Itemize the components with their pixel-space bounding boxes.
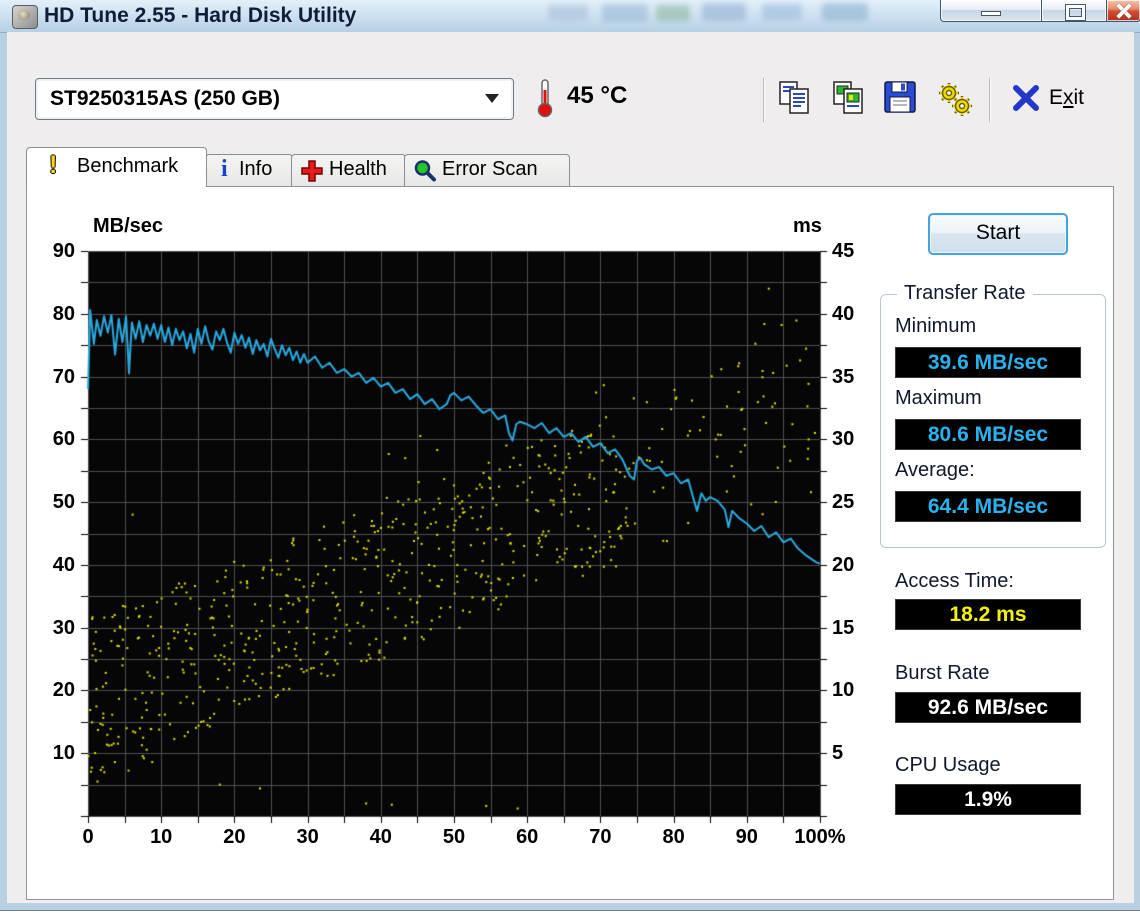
copy-text-button[interactable] — [777, 80, 817, 118]
copy-text-icon — [779, 81, 809, 114]
axis-tick-label: 10 — [832, 679, 855, 702]
axis-tick-label: 20 — [223, 826, 246, 848]
copy-image-button[interactable] — [831, 80, 871, 118]
exit-button[interactable] — [1011, 84, 1045, 114]
maximum-value: 80.6 MB/sec — [895, 419, 1081, 450]
axis-tick-label: 40 — [52, 553, 75, 576]
maximum-label: Maximum — [895, 387, 982, 409]
glass-artifact — [762, 4, 802, 20]
access-time-label: Access Time: — [895, 570, 1014, 592]
benchmark-page: MB/sec ms 90 80 70 60 50 40 30 20 10 45 40 35 30 25 2… — [26, 186, 1114, 900]
axis-tick-label: 80 — [662, 826, 685, 848]
app-icon — [12, 5, 38, 29]
axis-tick-label: 10 — [52, 742, 75, 765]
client-area: ST9250315AS (250 GB) 45 °C Exit ! Benchm… — [7, 32, 1134, 903]
right-axis-title: ms — [793, 215, 822, 237]
maximize-icon — [1066, 5, 1085, 20]
save-icon — [884, 81, 916, 113]
close-button[interactable] — [1106, 0, 1140, 22]
magnifier-icon — [413, 159, 437, 188]
axis-tick-label: 20 — [52, 679, 75, 702]
left-axis-title: MB/sec — [93, 215, 164, 237]
axis-tick-label: 5 — [832, 742, 844, 765]
axis-tick-label: 25 — [832, 491, 855, 514]
axis-tick-label: 90 — [735, 826, 758, 848]
maximize-button[interactable] — [1041, 0, 1107, 22]
glass-artifact — [702, 3, 746, 21]
axis-tick-label: 40 — [832, 302, 855, 325]
exit-x-icon — [1013, 85, 1039, 111]
axis-tick-label: 80 — [52, 302, 75, 325]
average-value: 64.4 MB/sec — [895, 491, 1081, 522]
minimum-label: Minimum — [895, 315, 977, 337]
tab-error-scan[interactable]: Error Scan — [404, 154, 570, 187]
axis-tick-label: 60 — [516, 826, 539, 848]
toolbar-separator — [989, 78, 991, 122]
axis-tick-label: 30 — [296, 826, 319, 848]
axis-tick-label: 70 — [52, 365, 75, 388]
drive-selector-value: ST9250315AS (250 GB) — [50, 87, 280, 110]
axis-tick-label: 20 — [832, 553, 855, 576]
toolbar-separator — [763, 78, 765, 122]
chevron-down-icon — [485, 94, 499, 103]
glass-artifact — [548, 5, 588, 21]
minimize-icon — [982, 12, 1000, 15]
glass-artifact — [602, 4, 648, 22]
drive-selector-dropdown[interactable]: ST9250315AS (250 GB) — [35, 78, 514, 120]
save-button[interactable] — [882, 80, 922, 118]
info-icon: i — [221, 156, 228, 182]
axis-tick-label: 35 — [832, 365, 855, 388]
burst-rate-value: 92.6 MB/sec — [895, 692, 1081, 723]
axis-tick-label: 100% — [794, 826, 846, 848]
cpu-usage-value: 1.9% — [895, 784, 1081, 815]
axis-tick-label: 70 — [589, 826, 612, 848]
tab-error-scan-label: Error Scan — [442, 158, 538, 180]
glass-artifact — [656, 5, 690, 21]
tab-benchmark-label: Benchmark — [77, 155, 179, 177]
axis-tick-label: 45 — [832, 240, 855, 262]
tab-info-label: Info — [239, 158, 273, 180]
axis-tick-label: 50 — [442, 826, 466, 848]
benchmark-chart-canvas — [80, 249, 828, 824]
exclamation-icon: ! — [49, 151, 58, 179]
glass-artifact — [822, 3, 868, 21]
gears-icon — [939, 83, 972, 116]
minimum-value: 39.6 MB/sec — [895, 347, 1081, 378]
axis-tick-label: 15 — [832, 616, 855, 639]
minimize-button[interactable] — [940, 0, 1042, 22]
axis-tick-label: 10 — [150, 826, 173, 848]
axis-tick-label: 30 — [832, 428, 855, 451]
tab-info[interactable]: i Info — [205, 154, 293, 187]
burst-rate-label: Burst Rate — [895, 662, 990, 684]
access-time-value: 18.2 ms — [895, 599, 1081, 630]
tab-health-label: Health — [329, 158, 387, 180]
temperature-value: 45 °C — [567, 82, 628, 109]
window-title: HD Tune 2.55 - Hard Disk Utility — [44, 4, 357, 27]
average-label: Average: — [895, 459, 975, 481]
options-button[interactable] — [936, 80, 976, 118]
axis-tick-label: 90 — [52, 240, 75, 262]
copy-image-icon — [833, 81, 863, 114]
cpu-usage-label: CPU Usage — [895, 754, 1001, 776]
thermometer-icon — [537, 78, 553, 123]
tab-health[interactable]: Health — [291, 154, 406, 187]
start-button[interactable]: Start — [928, 213, 1068, 255]
tab-benchmark[interactable]: ! Benchmark — [26, 147, 207, 187]
axis-tick-label: 30 — [52, 616, 75, 639]
transfer-rate-groupbox: Transfer Rate Minimum 39.6 MB/sec Maximu… — [880, 282, 1106, 548]
app-window: HD Tune 2.55 - Hard Disk Utility ST92503… — [0, 0, 1140, 911]
axis-tick-label: 0 — [82, 826, 94, 848]
transfer-rate-legend: Transfer Rate — [897, 282, 1033, 305]
health-cross-icon — [300, 159, 324, 188]
axis-tick-label: 50 — [52, 491, 75, 514]
exit-label[interactable]: Exit — [1049, 86, 1084, 110]
axis-tick-label: 60 — [52, 428, 75, 451]
axis-tick-label: 40 — [369, 826, 392, 848]
